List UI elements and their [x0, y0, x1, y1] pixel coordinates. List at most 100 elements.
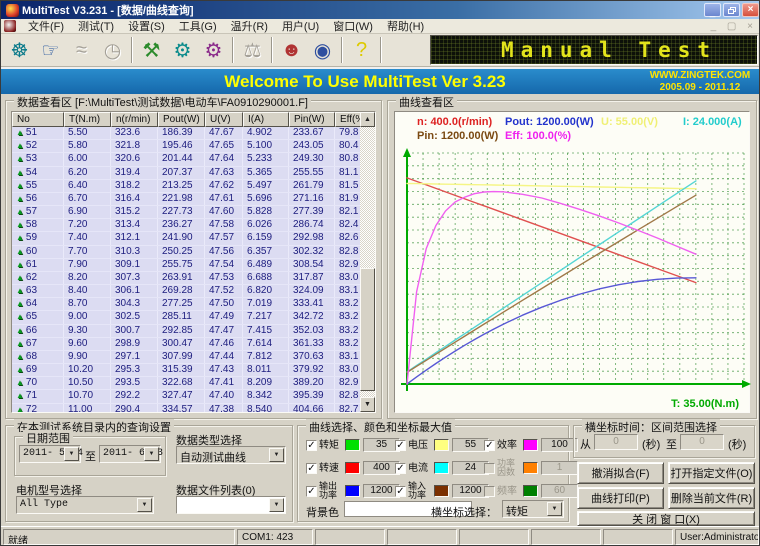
checkbox-电压[interactable]: ✓	[395, 440, 406, 451]
color-swatch-功率因数[interactable]	[523, 462, 538, 474]
checkbox-转速[interactable]: ✓	[306, 463, 317, 474]
table-row[interactable]: ▲679.60298.9300.4747.467.614361.3383.2	[12, 338, 360, 351]
menu-item-帮助H[interactable]: 帮助(H)	[380, 18, 431, 34]
curve-chart-area: n: 400.0(r/min)Pout: 1200.00(W)U: 55.00(…	[394, 111, 750, 413]
scrollbar-thumb[interactable]	[360, 268, 375, 391]
chevron-down-icon[interactable]: ▼	[64, 447, 79, 461]
menu-item-测试T[interactable]: 测试(T)	[71, 18, 121, 34]
tools-wrench-icon[interactable]: ⚒	[136, 36, 167, 65]
minimize-button[interactable]: _	[704, 3, 721, 17]
date-range-label: 日期范围	[23, 430, 73, 446]
chevron-down-icon[interactable]: ▼	[137, 498, 152, 512]
column-header-UV[interactable]: U(V)	[205, 112, 243, 127]
menu-item-文件F[interactable]: 文件(F)	[21, 18, 71, 34]
table-row[interactable]: ▲566.70316.4221.9847.615.696271.1681.9	[12, 193, 360, 206]
horn-motor-icon[interactable]: ◉	[307, 36, 338, 65]
scroll-up-button[interactable]: ▲	[360, 112, 375, 127]
chevron-down-icon[interactable]: ▼	[144, 447, 159, 461]
column-header-IA[interactable]: I(A)	[243, 112, 289, 127]
record-icon: ▲	[16, 312, 24, 321]
restore-button[interactable]	[723, 3, 740, 17]
column-header-TNm[interactable]: T(N.m)	[64, 112, 111, 127]
table-row[interactable]: ▲7211.00290.4334.5747.388.540404.6682.7	[12, 404, 360, 412]
table-row[interactable]: ▲536.00320.6201.4447.645.233249.3080.8	[12, 153, 360, 166]
color-swatch-效率[interactable]	[523, 439, 538, 451]
table-row[interactable]: ▲7010.50293.5322.6847.418.209389.2082.9	[12, 377, 360, 390]
table-row[interactable]: ▲597.40312.1241.9047.576.159292.9882.6	[12, 232, 360, 245]
manual-test-hand-icon[interactable]: ☞	[35, 36, 66, 65]
column-header-PinW[interactable]: Pin(W)	[289, 112, 335, 127]
table-row[interactable]: ▲7110.70292.2327.4747.408.342395.3982.8	[12, 390, 360, 403]
motor-gear-icon[interactable]: ⚙	[167, 36, 198, 65]
table-row[interactable]: ▲659.00302.5285.1147.497.217342.7283.2	[12, 311, 360, 324]
mascot-face-icon[interactable]: ☻	[276, 36, 307, 65]
close-button[interactable]: ×	[742, 3, 759, 17]
column-header-nrmin[interactable]: n(r/min)	[111, 112, 158, 127]
time-to-input[interactable]: 0	[680, 434, 724, 450]
date-range-group: 日期范围 2011- 5- 4 ▼ 至 2011- 6- 3 ▼	[14, 436, 166, 476]
file-list-combobox[interactable]: ▼	[176, 496, 286, 514]
menu-item-窗口W[interactable]: 窗口(W)	[326, 18, 380, 34]
close-window-button[interactable]: 关 闭 窗 口(X)	[577, 511, 755, 526]
table-row[interactable]: ▲689.90297.1307.9947.447.812370.6383.1	[12, 351, 360, 364]
max-value-频率: 60	[541, 484, 578, 498]
scroll-down-button[interactable]: ▼	[360, 397, 375, 412]
column-header-No[interactable]: No	[12, 112, 64, 127]
record-icon: ▲	[16, 154, 24, 163]
undo-fit-button[interactable]: 撤消拟合(F)	[577, 462, 664, 484]
color-swatch-电压[interactable]	[434, 439, 449, 451]
help-icon[interactable]: ?	[346, 36, 377, 65]
color-swatch-输出功率[interactable]	[345, 485, 360, 497]
menu-item-用户U[interactable]: 用户(U)	[275, 18, 326, 34]
color-swatch-转矩[interactable]	[345, 439, 360, 451]
table-row[interactable]: ▲648.70304.3277.2547.507.019333.4183.2	[12, 298, 360, 311]
data-type-combobox[interactable]: 自动测试曲线 ▼	[176, 446, 286, 464]
column-header-PoutW[interactable]: Pout(W)	[158, 112, 205, 127]
table-row[interactable]: ▲515.50323.6186.3947.674.902233.6779.8	[12, 127, 360, 140]
checkbox-效率[interactable]: ✓	[484, 440, 495, 451]
child-window-icon[interactable]	[4, 20, 16, 32]
query-tool-icon[interactable]: ☸	[4, 36, 35, 65]
menu-item-工具G[interactable]: 工具(G)	[172, 18, 224, 34]
toolbar-separator	[341, 37, 343, 63]
checkbox-转矩[interactable]: ✓	[306, 440, 317, 451]
delete-current-file-button[interactable]: 删除当前文件(R)	[668, 487, 755, 509]
color-swatch-转速[interactable]	[345, 462, 360, 474]
checkbox-输入功率[interactable]: ✓	[395, 486, 406, 497]
gear-chain-icon[interactable]: ⚙	[198, 36, 229, 65]
date-to-combobox[interactable]: 2011- 6- 3 ▼	[99, 445, 161, 463]
menu-item-温升R[interactable]: 温升(R)	[224, 18, 275, 34]
table-row[interactable]: ▲556.40318.2213.2547.625.497261.7981.5	[12, 180, 360, 193]
curve-select-title: 曲线选择、颜色和坐标最大值	[306, 419, 455, 435]
open-specified-file-button[interactable]: 打开指定文件(O)	[668, 462, 755, 484]
checkbox-电流[interactable]: ✓	[395, 463, 406, 474]
table-row[interactable]: ▲576.90315.2227.7347.605.828277.3982.1	[12, 206, 360, 219]
vertical-scrollbar[interactable]: ▲ ▼	[360, 112, 375, 412]
table-row[interactable]: ▲587.20313.4236.2747.586.026286.7482.4	[12, 219, 360, 232]
table-row[interactable]: ▲6910.20295.3315.3947.438.011379.9283.0	[12, 364, 360, 377]
color-swatch-频率[interactable]	[523, 485, 538, 497]
color-swatch-电流[interactable]	[434, 462, 449, 474]
table-row[interactable]: ▲617.90309.1255.7547.546.489308.5482.9	[12, 259, 360, 272]
curve-label-转速: 转速	[319, 464, 343, 473]
motor-model-combobox[interactable]: All Type ▼	[16, 496, 154, 514]
checkbox-输出功率[interactable]: ✓	[306, 486, 317, 497]
table-row[interactable]: ▲669.30300.7292.8547.477.415352.0383.2	[12, 325, 360, 338]
table-row[interactable]: ▲525.80321.8195.4647.655.100243.0580.4	[12, 140, 360, 153]
print-curve-button[interactable]: 曲线打印(P)	[577, 487, 664, 509]
xaxis-select-combobox[interactable]: 转矩 ▼	[502, 500, 564, 518]
date-from-combobox[interactable]: 2011- 5- 4 ▼	[19, 445, 81, 463]
chevron-down-icon[interactable]: ▼	[547, 502, 562, 516]
chevron-down-icon[interactable]: ▼	[269, 498, 284, 512]
curve-label-电压: 电压	[408, 441, 432, 450]
chevron-down-icon[interactable]: ▼	[269, 448, 284, 462]
status-user: User:Administrator	[675, 529, 759, 545]
table-row[interactable]: ▲546.20319.4207.3747.635.365255.5581.1	[12, 167, 360, 180]
curve-view-icon: ≈	[66, 36, 97, 65]
menu-item-设置S[interactable]: 设置(S)	[121, 18, 172, 34]
color-swatch-输入功率[interactable]	[434, 485, 449, 497]
table-row[interactable]: ▲628.20307.3263.9147.536.688317.8783.0	[12, 272, 360, 285]
table-row[interactable]: ▲638.40306.1269.2847.526.820324.0983.1	[12, 285, 360, 298]
time-from-input[interactable]: 0	[594, 434, 638, 450]
table-row[interactable]: ▲607.70310.3250.2547.566.357302.3282.8	[12, 246, 360, 259]
